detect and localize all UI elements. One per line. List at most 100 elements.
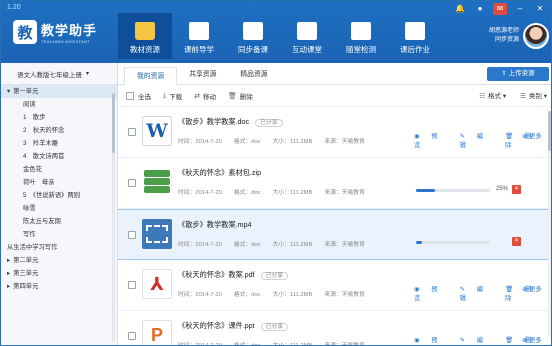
file-row[interactable]: ⅄ 《秋天的怀念》教案.pdf 已分享 时间：2014-7-20 格式：doc 大小：11… [118,260,551,311]
trash-icon: 🗑 [505,286,515,293]
preview-button[interactable]: ◉ 预览 [414,284,450,302]
eye-icon: ◉ [414,337,422,344]
more-button[interactable]: ⊕ 更多 [522,284,542,293]
file-name-wrap: 《秋天的怀念》教案.pdf 已分享 [178,270,289,280]
tab[interactable]: 精品资源 [228,66,279,84]
more-icon: ⊕ [522,286,530,293]
sidebar-scroll-thumb[interactable] [112,93,115,153]
nav-item[interactable]: 随堂检测 [334,13,388,59]
file-name-wrap: 《散步》教学教案.mp4 [178,220,251,230]
move-button[interactable]: ⇄ 移动 [194,91,216,101]
avatar[interactable] [523,23,549,49]
tree-item[interactable]: ▸ 第二单元 [1,254,117,267]
delete-button[interactable]: 🗑 删除 [228,91,253,101]
file-source: 来源：天喻教育 [324,343,365,346]
tree-item[interactable]: 阅读 [1,98,117,111]
expand-down-icon[interactable]: ▾ [7,88,10,95]
tree-item[interactable]: 5 《世说新语》两则 [1,189,117,202]
expand-right-icon[interactable]: ▸ [7,270,10,277]
preview-button[interactable]: ◉ 预览 [414,131,450,149]
file-row[interactable]: W 《散步》教学教案.doc 已分享 时间：2014-7-20 格式：doc 大小：111… [118,107,551,158]
category-filter-label: 类别 [528,93,542,100]
bell-icon[interactable]: 🔔 [453,3,467,15]
nav-item[interactable]: 教材资源 [118,13,172,59]
tree-item[interactable]: ▸ 第四单元 [1,280,117,293]
upload-button[interactable]: ⇧ 上传资源 [487,67,549,81]
file-name[interactable]: 《散步》教学教案.doc [178,117,249,126]
file-row[interactable]: P 《秋天的怀念》课件.ppt 已分享 时间：2014-7-20 格式：doc 大小：11… [118,311,551,346]
nav-item[interactable]: 同步备课 [226,13,280,59]
edit-button[interactable]: ✎ 编辑 [460,284,495,302]
file-name[interactable]: 《秋天的怀念》素材包.zip [178,168,261,177]
nav-item[interactable]: 互动课堂 [280,13,334,59]
tree-item[interactable]: 金色花 [1,163,117,176]
book-selector[interactable]: 语文人教版七年级上册 ▾ [1,63,117,85]
download-button[interactable]: ⤓ 下载 [163,91,182,101]
edit-button[interactable]: ✎ 编辑 [460,335,495,345]
row-checkbox[interactable] [128,128,136,136]
close-icon[interactable]: ✕ [533,3,547,15]
download-icon: ⤓ [163,91,167,99]
file-list: W 《散步》教学教案.doc 已分享 时间：2014-7-20 格式：doc 大小：111… [118,107,551,346]
nav-item[interactable]: 课后作业 [388,13,442,59]
tree-item[interactable]: 3 羚羊木雕 [1,137,117,150]
tree-item[interactable]: 1 散步 [1,111,117,124]
tab[interactable]: 共享资源 [177,66,228,84]
tree-item[interactable]: 写作 [1,228,117,241]
edit-button[interactable]: ✎ 编辑 [460,131,495,149]
tab[interactable]: 我的资源 [124,67,178,85]
pin-icon[interactable]: ● [473,3,487,15]
cancel-upload-icon[interactable]: ✕ [512,185,521,194]
category-filter[interactable]: ☰ 类别 ▾ [520,90,547,100]
nav-item-label: 互动课堂 [292,45,322,54]
file-size: 大小：111.2MB [272,343,313,346]
file-name[interactable]: 《秋天的怀念》课件.ppt [178,321,255,330]
more-icon: ⊕ [522,133,530,140]
progress-percent: 25% [496,186,509,192]
expand-right-icon[interactable]: ▸ [7,283,10,290]
upload-label: 上传资源 [508,70,535,77]
nav-item-label: 教材资源 [130,45,160,54]
cancel-upload-icon[interactable]: ✕ [512,237,521,246]
nav-item[interactable]: 课前导学 [172,13,226,59]
select-all-label: 全选 [138,93,151,101]
file-name[interactable]: 《散步》教学教案.mp4 [178,220,251,229]
tree-item[interactable]: 4 散文诗两首 [1,150,117,163]
more-button[interactable]: ⊕ 更多 [522,131,542,140]
file-row[interactable]: 《散步》教学教案.mp4 时间：2014-7-20 格式：doc 大小：111.2MB… [118,209,551,260]
file-size: 大小：111.2MB [272,242,313,248]
row-checkbox[interactable] [128,179,136,187]
preview-button[interactable]: ◉ 预览 [414,335,450,345]
file-size: 大小：111.2MB [272,139,313,145]
upload-progress-bar [416,189,490,192]
user-info[interactable]: 胡思源老师 同步资源 [489,23,549,49]
select-all-checkbox[interactable]: 全选 [126,91,151,101]
app-title: 教学助手 [41,23,98,38]
tree-item[interactable]: 2 秋天的怀念 [1,124,117,137]
chevron-down-icon: ▾ [86,71,90,77]
tree-item-label: 阅读 [23,101,36,108]
file-list-scroll-thumb[interactable] [548,111,551,151]
mail-icon[interactable]: ✉ [493,3,507,15]
expand-right-icon[interactable]: ▸ [7,257,10,264]
tree-item[interactable]: 荷叶 母亲 [1,176,117,189]
logo-icon: 教 [13,20,37,44]
file-source: 来源：天喻教育 [324,190,365,196]
tree-item[interactable]: ▾ 第一单元 [1,85,117,98]
tree-item[interactable]: 咏雪 [1,202,117,215]
tree-item-label: 第一单元 [13,88,39,95]
file-name[interactable]: 《秋天的怀念》教案.pdf [178,270,255,279]
row-checkbox[interactable] [128,332,136,340]
file-row[interactable]: 《秋天的怀念》素材包.zip 时间：2014-7-20 格式：doc 大小：111.2… [118,158,551,209]
minimize-icon[interactable]: – [513,3,527,15]
trash-icon: 🗑 [505,337,515,344]
more-icon: ⊕ [522,337,530,344]
tree-item[interactable]: 从生活中学习写作 [1,241,117,254]
format-filter[interactable]: ☷ 格式 ▾ [479,90,506,100]
row-checkbox[interactable] [128,281,136,289]
trash-icon: 🗑 [227,92,237,100]
tree-item[interactable]: ▸ 第三单元 [1,267,117,280]
more-button[interactable]: ⊕ 更多 [522,335,542,344]
tree-item[interactable]: 陈太丘与友期 [1,215,117,228]
row-checkbox[interactable] [128,231,136,239]
